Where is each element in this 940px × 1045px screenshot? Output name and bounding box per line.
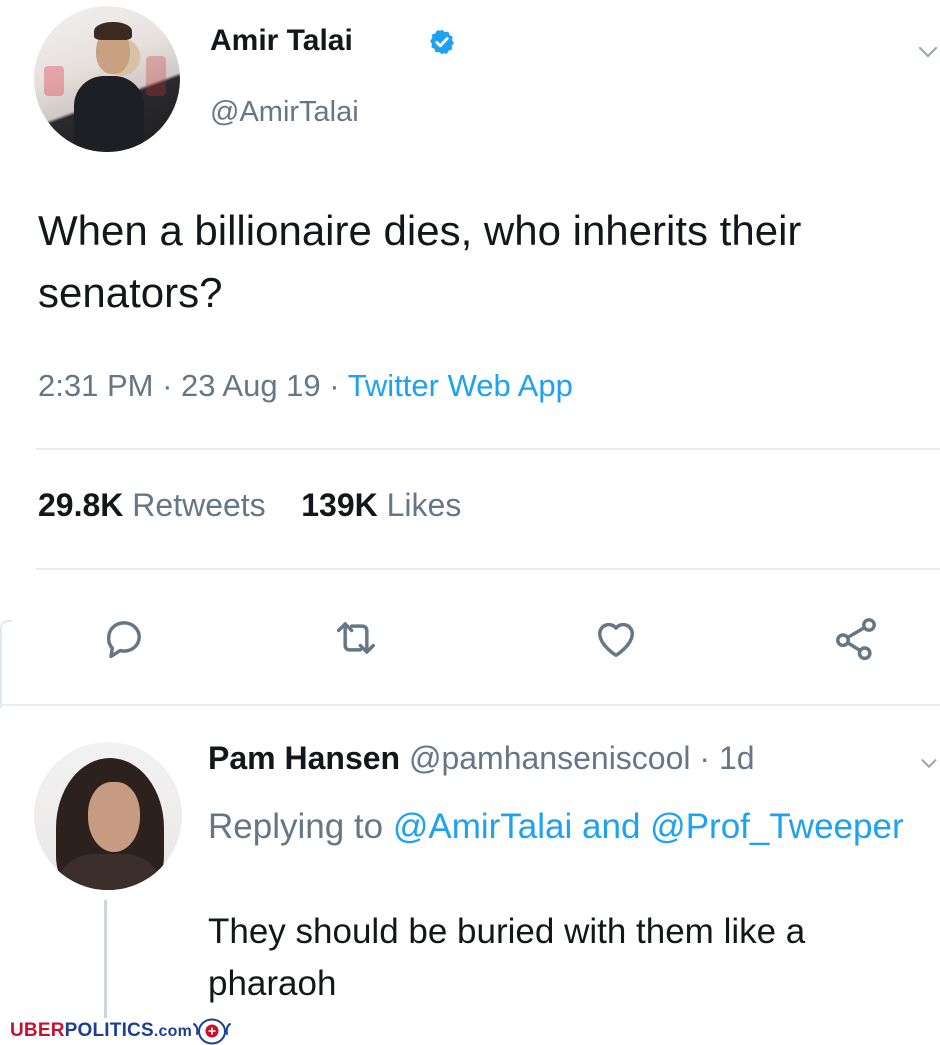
reply-author-name[interactable]: Pam Hansen [208, 740, 400, 776]
retweets-count: 29.8K [38, 487, 124, 523]
reply-time[interactable]: 1d [719, 740, 755, 776]
reply-author-avatar[interactable] [34, 742, 182, 890]
author-handle[interactable]: @AmirTalai [210, 96, 359, 129]
tweet-text: When a billionaire dies, who inherits th… [38, 207, 802, 316]
retweet-icon[interactable] [330, 612, 382, 664]
mention-conjunction: and [582, 807, 641, 846]
divider [36, 568, 940, 570]
divider [0, 704, 940, 706]
author-name[interactable]: Amir Talai [210, 24, 353, 58]
thread-edge [0, 620, 12, 708]
share-icon[interactable] [830, 612, 882, 664]
engagement-stats: 29.8K Retweets 139K Likes [38, 487, 461, 524]
divider [36, 448, 940, 450]
meta-separator: · [162, 368, 173, 403]
replying-to: Replying to @AmirTalai and @Prof_Tweeper [208, 800, 908, 854]
replying-to-label: Replying to [208, 807, 384, 846]
tweet-meta: 2:31 PM · 23 Aug 19 · Twitter Web App [38, 368, 573, 404]
meta-separator: · [329, 368, 340, 403]
retweets-stat[interactable]: 29.8K Retweets [38, 487, 266, 523]
chevron-down-icon[interactable] [916, 40, 940, 64]
watermark-text: UBERPOLITICS.com [10, 1020, 192, 1042]
thread-connector-line [104, 900, 107, 1018]
likes-stat[interactable]: 139K Likes [301, 487, 461, 523]
reply-author-handle[interactable]: @pamhanseniscool [409, 740, 691, 776]
mention-link[interactable]: @Prof_Tweeper [650, 807, 903, 846]
reply-text: They should be buried with them like a p… [208, 912, 806, 1003]
reply-header: Pam Hansen @pamhanseniscool · 1d [208, 740, 755, 777]
author-avatar[interactable] [34, 6, 180, 152]
verified-badge-icon [430, 29, 454, 55]
retweets-label: Retweets [132, 487, 266, 523]
likes-count: 139K [301, 487, 378, 523]
meta-separator: · [699, 740, 711, 776]
watermark-part: POLITICS [64, 1020, 154, 1041]
tweet-time[interactable]: 2:31 PM [38, 368, 153, 403]
mention-link[interactable]: @AmirTalai [393, 807, 572, 846]
watermark-part: UBER [10, 1020, 65, 1041]
tweet-date[interactable]: 23 Aug 19 [181, 368, 321, 403]
reply-icon[interactable] [98, 612, 150, 664]
chevron-down-icon[interactable] [918, 752, 940, 774]
watermark-logo-icon [193, 1018, 231, 1045]
watermark-part: .com [153, 1023, 193, 1040]
heart-icon[interactable] [590, 612, 642, 664]
tweet-source[interactable]: Twitter Web App [348, 368, 573, 403]
likes-label: Likes [386, 487, 462, 523]
